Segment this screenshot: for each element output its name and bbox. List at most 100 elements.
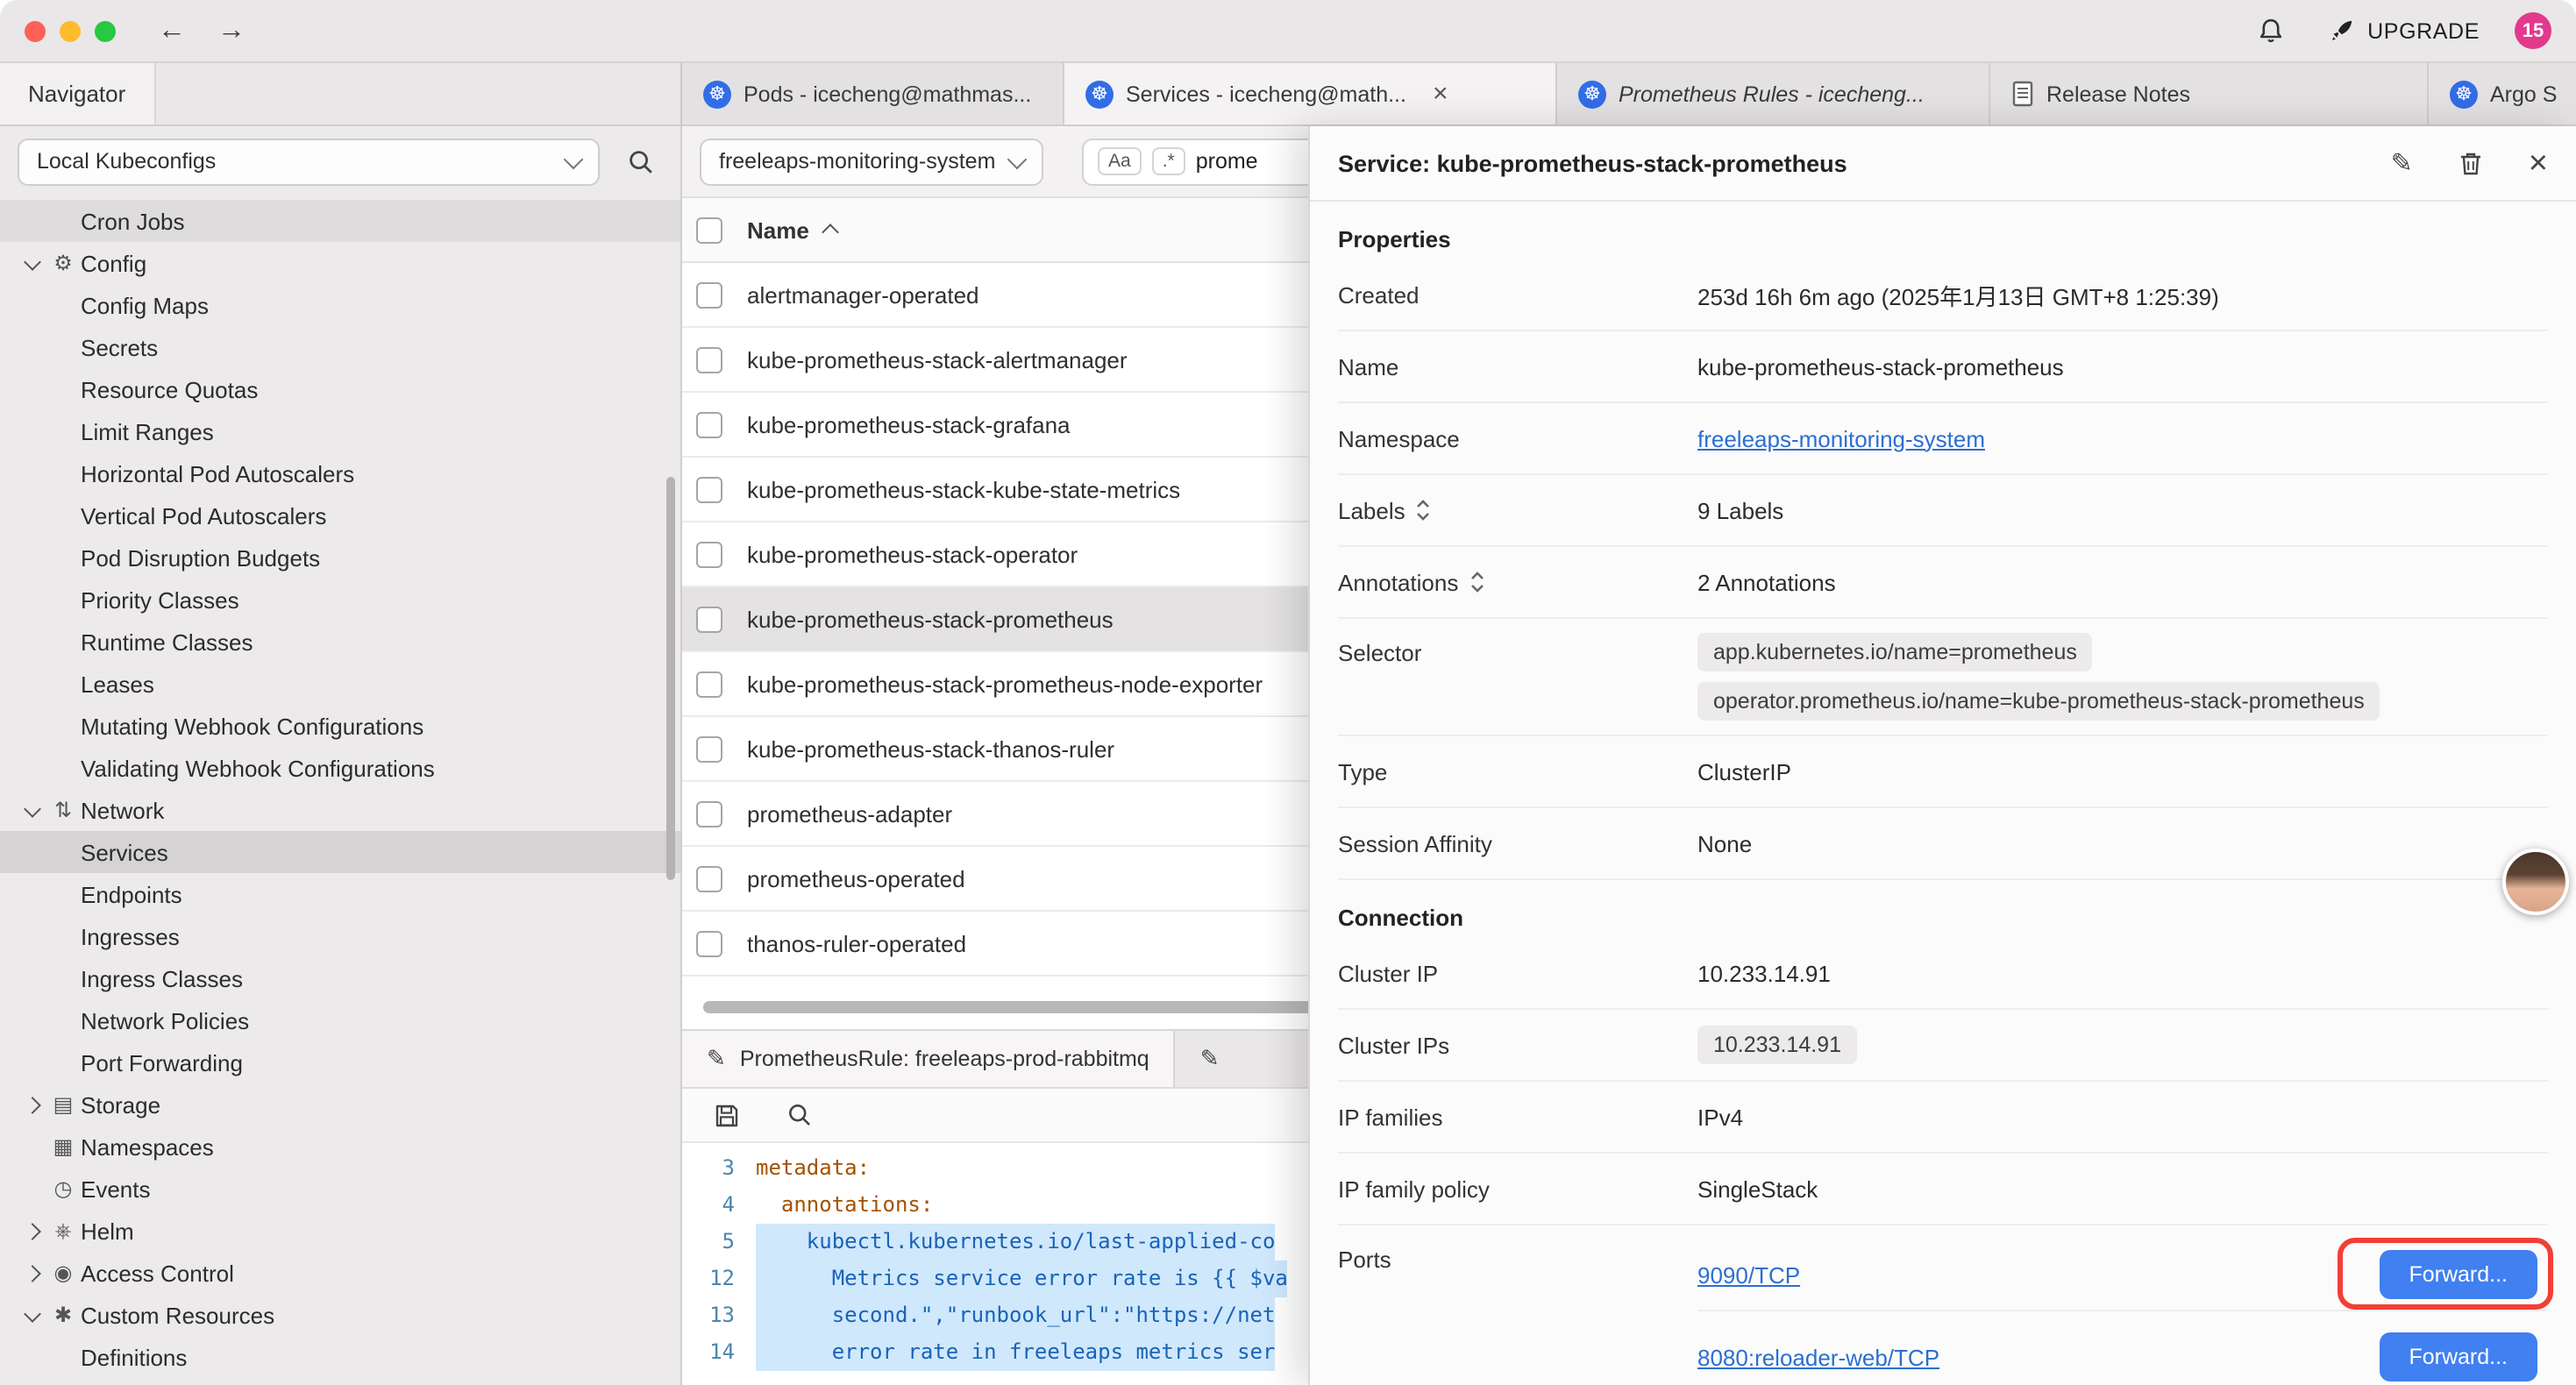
- sidebar-item-ingress-classes[interactable]: Ingress Classes: [0, 957, 680, 999]
- name-column-header[interactable]: Name: [747, 217, 837, 243]
- property-value: freeleaps-monitoring-system: [1697, 411, 2548, 465]
- property-value: 253d 16h 6m ago (2025年1月13日 GMT+8 1:25:3…: [1697, 264, 2548, 325]
- row-checkbox[interactable]: [696, 671, 722, 697]
- sidebar-item-cron-jobs[interactable]: Cron Jobs: [0, 200, 680, 242]
- port-link[interactable]: 8080:reloader-web/TCP: [1697, 1344, 1939, 1370]
- chevron-right-icon[interactable]: [18, 1225, 46, 1237]
- namespace-filter-selector[interactable]: freeleaps-monitoring-system: [700, 138, 1043, 185]
- edit-icon[interactable]: ✎: [2391, 147, 2413, 179]
- resource-name: thanos-ruler-operated: [747, 930, 966, 956]
- zoom-window-button[interactable]: [95, 20, 116, 41]
- row-checkbox[interactable]: [696, 411, 722, 437]
- sidebar-item-label: Secrets: [81, 334, 158, 360]
- property-row-ports: Ports 9090/TCP Forward... 8080:reloader-web…: [1338, 1225, 2548, 1385]
- sidebar-item-custom-resources[interactable]: ✱Custom Resources: [0, 1294, 680, 1336]
- sidebar-item-vertical-pod-autoscalers[interactable]: Vertical Pod Autoscalers: [0, 494, 680, 536]
- forward-button[interactable]: Forward...: [2379, 1332, 2537, 1381]
- row-checkbox[interactable]: [696, 930, 722, 956]
- code-text: Metrics service error rate is {{ $va: [756, 1261, 1288, 1297]
- resource-name: prometheus-adapter: [747, 800, 952, 827]
- sidebar-item-access-control[interactable]: ◉Access Control: [0, 1252, 680, 1294]
- close-window-button[interactable]: [25, 20, 46, 41]
- sidebar-item-helm[interactable]: ⎈Helm: [0, 1210, 680, 1252]
- sidebar-item-label: Ingress Classes: [81, 965, 243, 991]
- sidebar-scrollbar[interactable]: [666, 477, 675, 880]
- row-checkbox[interactable]: [696, 346, 722, 373]
- expand-collapse-icon[interactable]: [1469, 570, 1484, 594]
- forward-button[interactable]: Forward...: [2379, 1250, 2537, 1299]
- sidebar-item-definitions[interactable]: Definitions: [0, 1336, 680, 1378]
- participant-avatar[interactable]: [2502, 849, 2569, 915]
- sidebar-item-config[interactable]: ⚙Config: [0, 242, 680, 284]
- sidebar-item-resource-quotas[interactable]: Resource Quotas: [0, 368, 680, 410]
- tab-release-notes[interactable]: Release Notes: [1990, 63, 2429, 124]
- row-checkbox[interactable]: [696, 476, 722, 502]
- property-label-text: Ports: [1338, 1246, 1391, 1273]
- notification-count-badge[interactable]: 15: [2515, 12, 2551, 49]
- regex-toggle[interactable]: .*: [1152, 147, 1185, 175]
- property-value-text: 2 Annotations: [1697, 569, 2548, 595]
- forward-arrow-icon[interactable]: →: [217, 17, 246, 45]
- namespace-link[interactable]: freeleaps-monitoring-system: [1697, 425, 2548, 451]
- property-value-text: kube-prometheus-stack-prometheus: [1697, 353, 2548, 380]
- row-checkbox[interactable]: [696, 800, 722, 827]
- close-tab-icon[interactable]: ×: [1433, 81, 1448, 107]
- sidebar-item-runtime-classes[interactable]: Runtime Classes: [0, 621, 680, 663]
- sidebar-item-pod-disruption-budgets[interactable]: Pod Disruption Budgets: [0, 536, 680, 579]
- detail-title: Service: kube-prometheus-stack-prometheu…: [1338, 150, 1847, 176]
- sidebar-item-label: Horizontal Pod Autoscalers: [81, 460, 354, 487]
- sidebar-item-validating-webhook-configurations[interactable]: Validating Webhook Configurations: [0, 747, 680, 789]
- row-checkbox[interactable]: [696, 606, 722, 632]
- sidebar-item-namespaces[interactable]: ▦Namespaces: [0, 1126, 680, 1168]
- titlebar: ← → UPGRADE 15: [0, 0, 2576, 63]
- sidebar-item-mutating-webhook-configurations[interactable]: Mutating Webhook Configurations: [0, 705, 680, 747]
- tab-prometheus-rules-icecheng[interactable]: ☸Prometheus Rules - icecheng...: [1557, 63, 1990, 124]
- sidebar-item-secrets[interactable]: Secrets: [0, 326, 680, 368]
- sidebar-item-priority-classes[interactable]: Priority Classes: [0, 579, 680, 621]
- sidebar-item-services[interactable]: Services: [0, 831, 680, 873]
- minimize-window-button[interactable]: [60, 20, 81, 41]
- select-all-checkbox[interactable]: [696, 217, 722, 243]
- chevron-down-icon[interactable]: [18, 259, 46, 267]
- close-icon[interactable]: ×: [2529, 146, 2548, 180]
- trash-icon[interactable]: [2448, 140, 2494, 186]
- chevron-down-icon[interactable]: [18, 806, 46, 814]
- chevron-right-icon[interactable]: [18, 1267, 46, 1279]
- upgrade-button[interactable]: UPGRADE: [2329, 18, 2480, 44]
- row-checkbox[interactable]: [696, 281, 722, 308]
- sidebar-item-network[interactable]: ⇅Network: [0, 789, 680, 831]
- search-icon[interactable]: [617, 138, 663, 184]
- tab-argo-s[interactable]: ☸Argo S: [2429, 63, 2576, 124]
- bell-icon[interactable]: [2248, 8, 2294, 53]
- row-checkbox[interactable]: [696, 865, 722, 891]
- port-link[interactable]: 9090/TCP: [1697, 1261, 1800, 1288]
- sidebar-item-events[interactable]: ◷Events: [0, 1168, 680, 1210]
- property-value: kube-prometheus-stack-prometheus: [1697, 339, 2548, 394]
- editor-tab-prometheusrule[interactable]: ✎ PrometheusRule: freeleaps-prod-rabbitm…: [682, 1031, 1176, 1087]
- sidebar-item-leases[interactable]: Leases: [0, 663, 680, 705]
- tab-navigator[interactable]: Navigator: [0, 63, 155, 124]
- kubeconfig-selector[interactable]: Local Kubeconfigs: [18, 138, 600, 185]
- sidebar-item-ingresses[interactable]: Ingresses: [0, 915, 680, 957]
- search-icon[interactable]: [777, 1092, 822, 1138]
- row-checkbox[interactable]: [696, 541, 722, 567]
- sidebar-item-port-forwarding[interactable]: Port Forwarding: [0, 1041, 680, 1083]
- sidebar-item-limit-ranges[interactable]: Limit Ranges: [0, 410, 680, 452]
- tab-pods-icecheng-mathmas[interactable]: ☸Pods - icecheng@mathmas...: [682, 63, 1064, 124]
- chevron-right-icon[interactable]: [18, 1098, 46, 1111]
- rocket-icon: [2329, 18, 2355, 44]
- sidebar-item-config-maps[interactable]: Config Maps: [0, 284, 680, 326]
- tab-services-icecheng-math[interactable]: ☸Services - icecheng@math...×: [1064, 63, 1557, 124]
- back-arrow-icon[interactable]: ←: [158, 17, 186, 45]
- chevron-down-icon[interactable]: [18, 1310, 46, 1319]
- sidebar-item-network-policies[interactable]: Network Policies: [0, 999, 680, 1041]
- upgrade-label: UPGRADE: [2367, 18, 2480, 43]
- sidebar-item-horizontal-pod-autoscalers[interactable]: Horizontal Pod Autoscalers: [0, 452, 680, 494]
- expand-collapse-icon[interactable]: [1416, 498, 1432, 522]
- save-icon[interactable]: [703, 1092, 749, 1138]
- line-number: 12: [682, 1261, 756, 1297]
- sidebar-item-storage[interactable]: ▤Storage: [0, 1083, 680, 1126]
- match-case-toggle[interactable]: Aa: [1098, 147, 1142, 175]
- row-checkbox[interactable]: [696, 735, 722, 762]
- sidebar-item-endpoints[interactable]: Endpoints: [0, 873, 680, 915]
